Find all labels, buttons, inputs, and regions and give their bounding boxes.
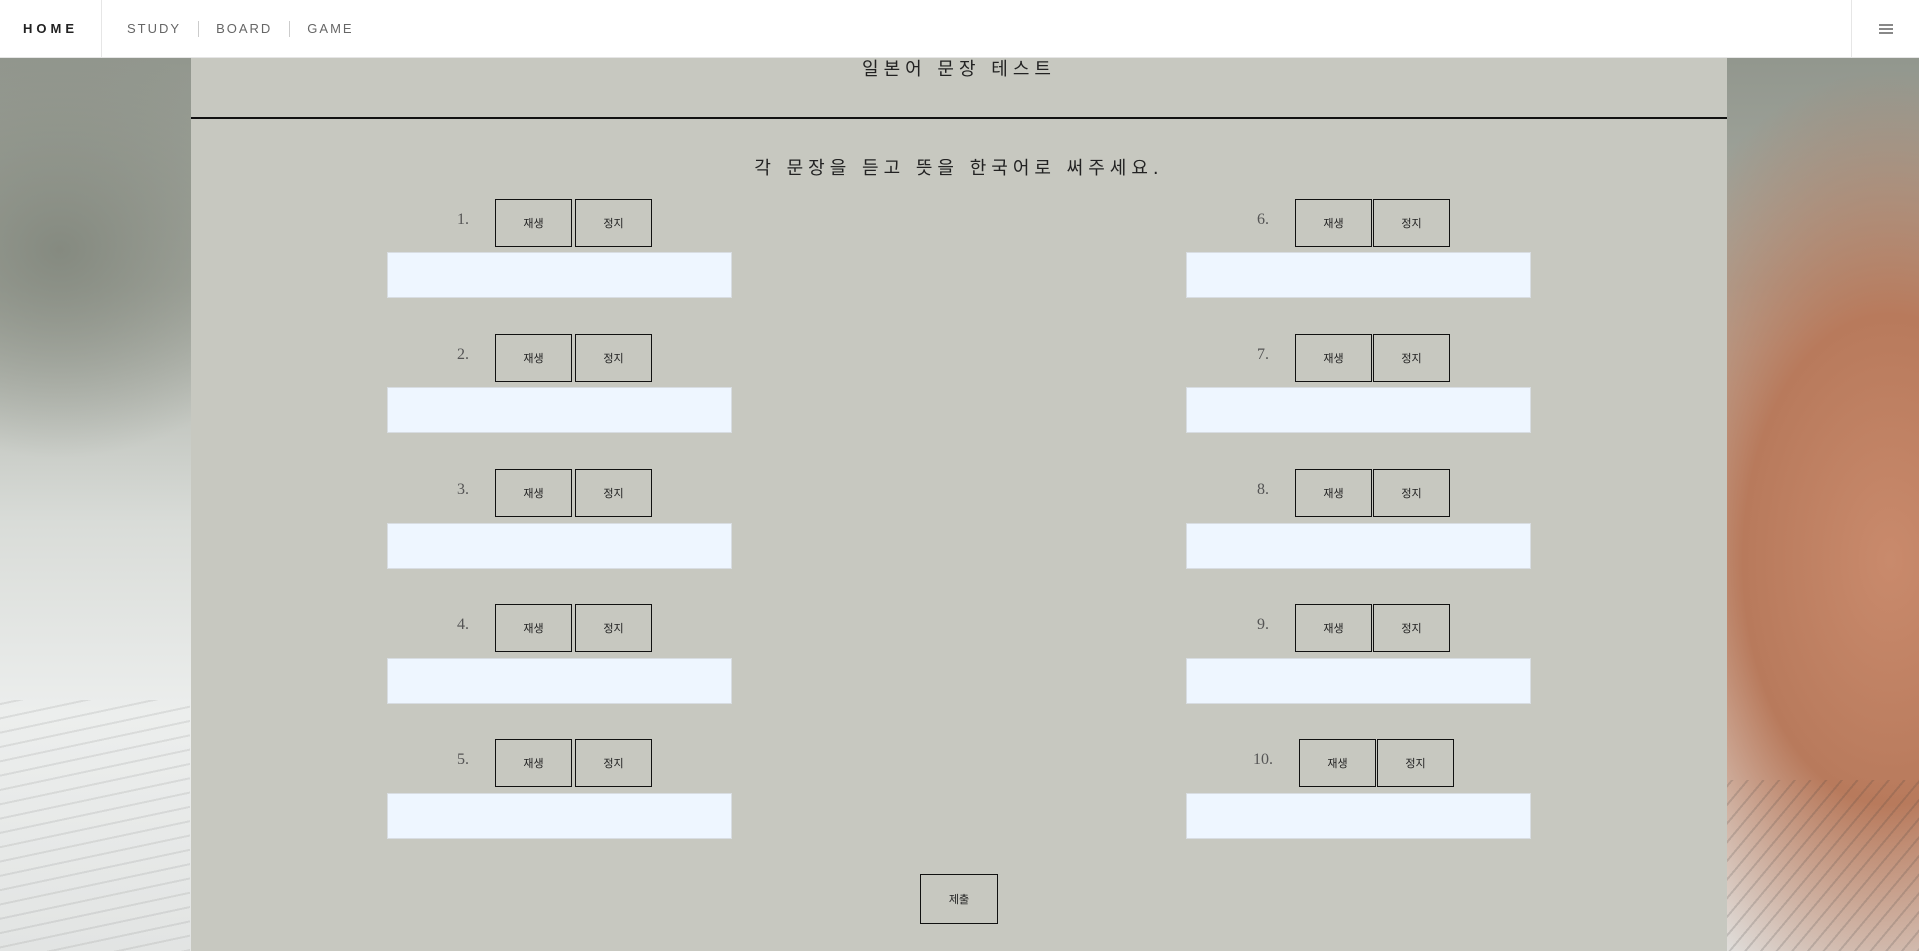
answer-input[interactable] [387,793,732,839]
nav-board[interactable]: BOARD [199,21,289,36]
answer-input[interactable] [387,387,732,433]
answer-input[interactable] [387,523,732,569]
answer-input[interactable] [1186,793,1531,839]
question-number: 8. [1257,481,1269,498]
question-number: 6. [1257,211,1269,228]
question-number: 4. [457,616,469,633]
play-button[interactable]: 재생 [1299,739,1376,787]
answer-input[interactable] [387,252,732,298]
play-button[interactable]: 재생 [1295,469,1372,517]
play-button[interactable]: 재생 [495,199,572,247]
stop-button[interactable]: 정지 [1373,604,1450,652]
play-button[interactable]: 재생 [495,334,572,382]
nav-study[interactable]: STUDY [110,21,198,36]
question-number: 9. [1257,616,1269,633]
play-button[interactable]: 재생 [1295,334,1372,382]
stop-button[interactable]: 정지 [575,604,652,652]
nav-game[interactable]: GAME [290,21,370,36]
test-panel: 일본어 문장 테스트 각 문장을 듣고 뜻을 한국어로 써주세요. 1. 재생 … [191,57,1727,951]
stop-button[interactable]: 정지 [1373,334,1450,382]
stop-button[interactable]: 정지 [575,199,652,247]
answer-input[interactable] [1186,252,1531,298]
top-navigation-bar: HOME STUDY BOARD GAME [0,0,1919,58]
question-number: 2. [457,346,469,363]
home-link[interactable]: HOME [0,0,102,57]
question-number: 3. [457,481,469,498]
stop-button[interactable]: 정지 [1373,199,1450,247]
stop-button[interactable]: 정지 [575,739,652,787]
play-button[interactable]: 재생 [1295,199,1372,247]
play-button[interactable]: 재생 [495,604,572,652]
answer-input[interactable] [1186,387,1531,433]
instruction-text: 각 문장을 듣고 뜻을 한국어로 써주세요. [754,158,1164,179]
menu-button[interactable] [1851,0,1919,57]
submit-button[interactable]: 제출 [920,874,998,924]
paper-texture-left [0,700,190,951]
question-number: 1. [457,211,469,228]
play-button[interactable]: 재생 [1295,604,1372,652]
play-button[interactable]: 재생 [495,739,572,787]
hamburger-menu-icon [1878,22,1893,36]
question-number: 10. [1253,751,1273,768]
stop-button[interactable]: 정지 [575,469,652,517]
answer-input[interactable] [1186,523,1531,569]
play-button[interactable]: 재생 [495,469,572,517]
question-number: 5. [457,751,469,768]
answer-input[interactable] [387,658,732,704]
page-title: 일본어 문장 테스트 [191,57,1727,119]
answer-input[interactable] [1186,658,1531,704]
stop-button[interactable]: 정지 [1373,469,1450,517]
paper-texture-right [1727,780,1919,951]
main-nav: STUDY BOARD GAME [110,0,371,57]
question-number: 7. [1257,346,1269,363]
stop-button[interactable]: 정지 [575,334,652,382]
stop-button[interactable]: 정지 [1377,739,1454,787]
